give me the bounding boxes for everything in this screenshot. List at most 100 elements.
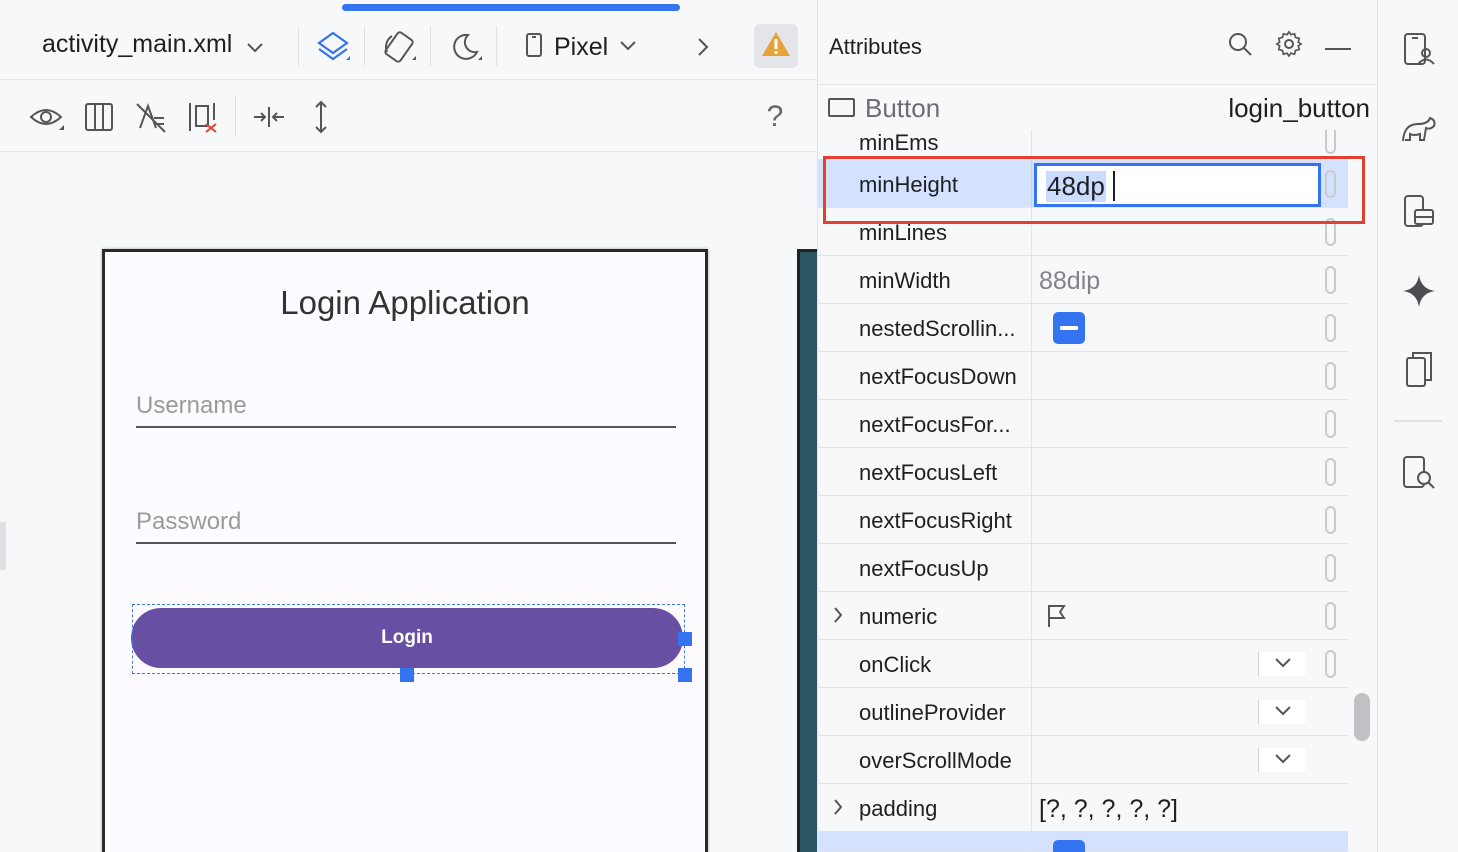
resource-picker[interactable]: [1325, 458, 1336, 486]
blueprint-preview[interactable]: [797, 249, 819, 852]
attribute-name: minEms: [859, 130, 939, 155]
attribute-row[interactable]: padding [?, ?, ?, ?, ?]: [818, 784, 1348, 832]
attribute-row[interactable]: nextFocusUp: [818, 544, 1348, 592]
attribute-row[interactable]: nextFocusFor...: [818, 400, 1348, 448]
component-header: Button login_button: [818, 84, 1378, 130]
progress-bar: [342, 4, 680, 11]
value-dropdown[interactable]: [1258, 652, 1306, 676]
resource-picker[interactable]: [1325, 130, 1336, 154]
chevron-down-icon: [1274, 751, 1291, 769]
warning-button[interactable]: [754, 24, 798, 68]
eye-icon[interactable]: [28, 98, 66, 136]
flag-icon[interactable]: [1046, 604, 1068, 633]
component-type: Button: [865, 93, 941, 123]
resource-picker[interactable]: [1325, 602, 1336, 630]
attribute-name: nextFocusFor...: [859, 412, 1011, 437]
chevron-right-icon[interactable]: [690, 32, 716, 62]
highlight-annotation: [823, 156, 1365, 224]
attribute-name: nextFocusLeft: [859, 460, 998, 485]
expand-vertical-icon[interactable]: [302, 98, 340, 136]
blueprint-columns-icon[interactable]: [80, 98, 118, 136]
design-surface-icon[interactable]: [314, 28, 352, 66]
toolbar-divider: [496, 26, 497, 66]
file-name-label: activity_main.xml: [42, 30, 233, 58]
autoconnect-off-icon[interactable]: [132, 98, 170, 136]
attribute-value[interactable]: 88dip: [1039, 267, 1100, 296]
selection-outline: [132, 604, 685, 674]
chevron-right-icon[interactable]: [833, 798, 843, 821]
attribute-name: numeric: [859, 604, 938, 629]
panel-title: Attributes: [829, 34, 922, 59]
help-icon[interactable]: ?: [756, 98, 794, 136]
attribute-name: outlineProvider: [859, 700, 1006, 725]
device-preview[interactable]: Login Application Username Password Logi…: [102, 249, 708, 852]
device-manager-icon[interactable]: [1400, 30, 1438, 68]
chevron-down-icon: [1274, 655, 1291, 673]
gradle-icon[interactable]: [1400, 110, 1438, 148]
attribute-row[interactable]: numeric: [818, 592, 1348, 640]
password-field[interactable]: Password: [136, 504, 676, 544]
attribute-row[interactable]: overScrollMode: [818, 736, 1348, 784]
resource-picker[interactable]: [1325, 554, 1336, 582]
search-icon[interactable]: [1227, 31, 1253, 62]
chevron-right-icon[interactable]: [833, 606, 843, 629]
warning-icon: [761, 30, 791, 63]
panel-resize-handle[interactable]: [0, 522, 6, 570]
component-id[interactable]: login_button: [1228, 93, 1370, 124]
gear-icon[interactable]: [1275, 30, 1303, 63]
clear-constraints-icon[interactable]: [184, 98, 222, 136]
resource-picker[interactable]: [1325, 314, 1336, 342]
minimize-icon[interactable]: [1325, 38, 1351, 56]
toolbar-divider: [364, 26, 365, 66]
app-title: Login Application: [280, 284, 530, 321]
value-dropdown[interactable]: [1258, 700, 1306, 724]
username-field[interactable]: Username: [136, 388, 676, 428]
tristate-checkbox[interactable]: [1053, 312, 1085, 344]
resize-handle-bottom[interactable]: [400, 668, 414, 682]
tool-window-strip: [1377, 0, 1458, 852]
toolbar-divider: [235, 96, 236, 136]
pack-horizontal-icon[interactable]: [250, 98, 288, 136]
toolbar-divider: [430, 26, 431, 66]
attribute-value[interactable]: [?, ?, ?, ?, ?]: [1039, 795, 1178, 824]
chevron-down-icon: [620, 38, 636, 56]
attribute-row[interactable]: minWidth 88dip: [818, 256, 1348, 304]
attribute-row[interactable]: onClick: [818, 640, 1348, 688]
device-dropdown[interactable]: Pixel: [526, 28, 656, 66]
attribute-name: nextFocusUp: [859, 556, 989, 581]
attribute-row-partial: [818, 832, 1348, 852]
resource-picker[interactable]: [1325, 362, 1336, 390]
resource-picker[interactable]: [1325, 266, 1336, 294]
tool-divider: [1394, 420, 1442, 422]
running-devices-icon[interactable]: [1400, 192, 1438, 230]
button-component-icon: [828, 98, 855, 117]
layout-editor: activity_main.xml Pixel ? Login Applicat…: [0, 0, 819, 852]
phone-icon: [526, 32, 542, 62]
attribute-row[interactable]: nestedScrollin...: [818, 304, 1348, 352]
chevron-down-icon: [247, 31, 263, 60]
night-mode-icon[interactable]: [446, 28, 484, 66]
value-dropdown[interactable]: [1258, 748, 1306, 772]
layout-inspector-icon[interactable]: [1400, 454, 1438, 492]
resource-picker[interactable]: [1325, 410, 1336, 438]
resource-picker[interactable]: [1325, 506, 1336, 534]
attribute-table: minEms minHeight 48dp minLines minWidth: [818, 130, 1348, 852]
password-hint: Password: [136, 508, 242, 535]
attribute-row[interactable]: nextFocusRight: [818, 496, 1348, 544]
file-tab-dropdown[interactable]: activity_main.xml: [42, 30, 263, 60]
attribute-name: nextFocusDown: [859, 364, 1017, 389]
device-mirror-icon[interactable]: [1400, 350, 1438, 388]
attribute-name: nestedScrollin...: [859, 316, 1016, 341]
attribute-row[interactable]: nextFocusDown: [818, 352, 1348, 400]
attribute-name: minWidth: [859, 268, 951, 293]
gemini-sparkle-icon[interactable]: [1400, 272, 1438, 310]
orientation-icon[interactable]: [380, 28, 418, 66]
attribute-row[interactable]: outlineProvider: [818, 688, 1348, 736]
scrollbar-thumb[interactable]: [1354, 693, 1370, 741]
attribute-row[interactable]: nextFocusLeft: [818, 448, 1348, 496]
resize-handle-corner[interactable]: [678, 668, 692, 682]
tristate-checkbox[interactable]: [1053, 840, 1085, 852]
resize-handle-right[interactable]: [678, 632, 692, 646]
panel-actions: [1227, 30, 1351, 63]
resource-picker[interactable]: [1325, 650, 1336, 678]
